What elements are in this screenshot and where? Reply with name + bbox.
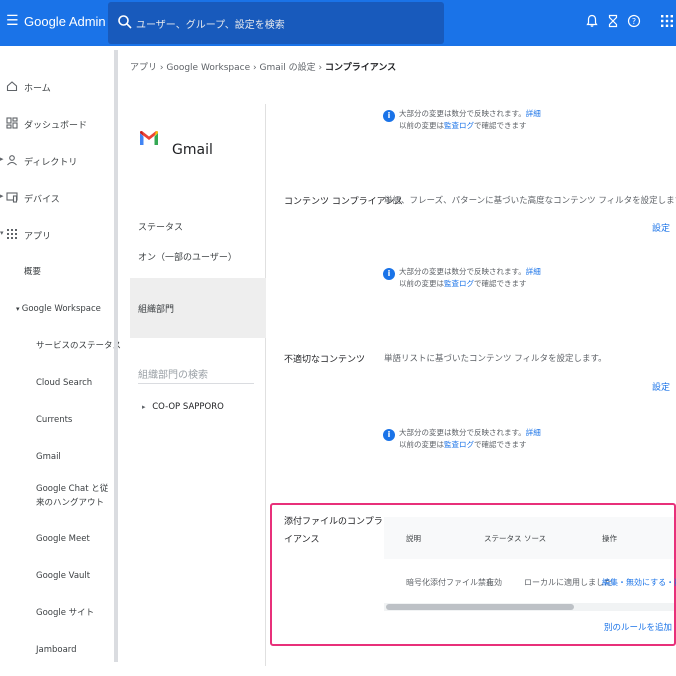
org-unit-header: 組織部門: [130, 278, 266, 338]
details-link[interactable]: 詳細: [526, 267, 541, 276]
sidebar-item-label: Google Workspace: [21, 304, 101, 314]
rule-actions-links[interactable]: 編集・無効にする・削除: [602, 577, 676, 588]
rule-description: 暗号化添付ファイル禁止: [406, 578, 494, 587]
audit-log-link[interactable]: 監査ログ: [444, 279, 474, 288]
rule-status: 有効: [486, 578, 502, 587]
search-bar[interactable]: ユーザー、グループ、設定を検索: [108, 2, 444, 44]
search-input[interactable]: ユーザー、グループ、設定を検索: [136, 16, 285, 31]
org-tree-label: CO-OP SAPPORO: [152, 402, 224, 412]
org-panel: Gmail ステータス オン（一部のユーザー） 組織部門 組織部門の検索 ▸ C…: [130, 104, 266, 666]
chevron-down-icon: ▾: [0, 229, 4, 237]
chevron-right-icon: ▸: [0, 192, 4, 200]
menu-icon[interactable]: ☰: [6, 13, 19, 29]
chevron-right-icon: ▸: [0, 155, 4, 163]
sidebar-item-label: ディレクトリ: [24, 158, 78, 168]
sidebar-item-dashboard[interactable]: ダッシュボード: [0, 115, 114, 135]
sidebar-item-cloud-search[interactable]: Cloud Search: [36, 376, 136, 390]
app-title[interactable]: Google Admin: [24, 14, 106, 29]
sidebar-item-home[interactable]: ホーム: [0, 78, 114, 98]
objectionable-content-label: 不適切なコンテンツ: [284, 355, 366, 365]
info-notice: i 大部分の変更は数分で反映されます。詳細 以前の変更は監査ログで確認できます: [383, 427, 599, 451]
top-app-bar: ☰ Google Admin ユーザー、グループ、設定を検索 ?: [0, 0, 676, 46]
search-icon: [118, 15, 132, 29]
sidebar-item-devices[interactable]: ▸ デバイス: [0, 189, 114, 209]
sidebar-item-service-status[interactable]: サービスのステータス: [36, 339, 136, 353]
org-search-input[interactable]: 組織部門の検索: [138, 366, 254, 384]
audit-log-link[interactable]: 監査ログ: [444, 121, 474, 130]
sidebar: ホーム ダッシュボード ▸ ディレクトリ ▸ デバイス ▾ アプリ 概要 ▾ G…: [0, 46, 121, 676]
sidebar-item-label: ホーム: [24, 84, 51, 94]
help-icon[interactable]: ?: [627, 14, 641, 28]
breadcrumb-item[interactable]: アプリ: [130, 63, 157, 73]
hourglass-icon[interactable]: [606, 14, 620, 28]
column-header-status[interactable]: ステータス: [484, 533, 522, 544]
sidebar-item-gmail[interactable]: Gmail: [36, 450, 136, 464]
sidebar-item-currents[interactable]: Currents: [36, 413, 136, 427]
dashboard-icon: [6, 117, 18, 129]
sidebar-item-label: デバイス: [24, 195, 60, 205]
sidebar-item-apps[interactable]: ▾ アプリ: [0, 226, 114, 246]
attachment-compliance-label: 添付ファイルのコンプライアンス: [284, 517, 383, 545]
sidebar-item-google-workspace[interactable]: ▾ Google Workspace: [16, 302, 116, 316]
sidebar-item-google-sites[interactable]: Google サイト: [36, 606, 136, 620]
rule-source: ローカルに適用しました: [524, 578, 612, 587]
column-header-description[interactable]: 説明: [406, 533, 421, 544]
info-notice: i 大部分の変更は数分で反映されます。詳細 以前の変更は監査ログで確認できます: [383, 108, 599, 132]
sidebar-item-directory[interactable]: ▸ ディレクトリ: [0, 152, 114, 172]
org-tree-item[interactable]: ▸ CO-OP SAPPORO: [142, 402, 224, 412]
devices-icon: [6, 192, 18, 203]
gmail-logo-icon: [140, 131, 158, 145]
details-link[interactable]: 詳細: [526, 428, 541, 437]
breadcrumb-item[interactable]: Gmail の設定: [260, 63, 316, 73]
content-compliance-config-link[interactable]: 設定: [652, 221, 670, 234]
app-summary-card: Gmail ステータス オン（一部のユーザー）: [130, 104, 266, 274]
sidebar-scrollbar[interactable]: [114, 50, 118, 662]
sidebar-item-overview[interactable]: 概要: [24, 265, 124, 279]
apps-icon: [7, 229, 17, 239]
status-label: ステータス: [138, 223, 184, 233]
home-icon: [6, 81, 18, 92]
info-icon: i: [383, 268, 395, 280]
apps-grid-icon[interactable]: [660, 14, 674, 28]
objectionable-content-description: 単語リストに基づいたコンテンツ フィルタを設定します。: [384, 354, 607, 364]
add-rule-link[interactable]: 別のルールを追加: [604, 621, 672, 633]
sidebar-item-label: ダッシュボード: [24, 121, 88, 131]
sidebar-item-google-chat[interactable]: Google Chat と従来のハングアウト: [36, 482, 114, 510]
column-header-source[interactable]: ソース: [524, 533, 546, 544]
table-horizontal-scrollbar[interactable]: [384, 603, 674, 611]
app-name: Gmail: [172, 142, 213, 158]
details-link[interactable]: 詳細: [526, 109, 541, 118]
attachment-compliance-section: 添付ファイルのコンプライアンス 説明 ステータス ソース 操作 暗号化添付ファイ…: [270, 503, 676, 646]
content-compliance-description: 単語、フレーズ、パターンに基づいた高度なコンテンツ フィルタを設定します。: [384, 196, 676, 206]
attachment-rules-table: 説明 ステータス ソース 操作 暗号化添付ファイル禁止 有効 ローカルに適用しま…: [384, 517, 676, 613]
status-value[interactable]: オン（一部のユーザー）: [138, 250, 237, 263]
table-header: 説明 ステータス ソース 操作: [384, 517, 674, 559]
breadcrumb-current: コンプライアンス: [324, 63, 397, 73]
breadcrumb-item[interactable]: Google Workspace: [166, 63, 250, 73]
info-icon: i: [383, 110, 395, 122]
sidebar-item-label: アプリ: [24, 232, 52, 242]
table-row[interactable]: 暗号化添付ファイル禁止 有効 ローカルに適用しました 編集・無効にする・削除: [384, 559, 676, 603]
org-unit-label: 組織部門: [138, 305, 175, 315]
scrollbar-thumb[interactable]: [386, 604, 574, 610]
info-icon: i: [383, 429, 395, 441]
person-icon: [7, 155, 17, 166]
objectionable-content-config-link[interactable]: 設定: [652, 380, 670, 393]
column-header-actions: 操作: [602, 534, 617, 543]
svg-text:?: ?: [632, 17, 636, 26]
notifications-icon[interactable]: [585, 14, 599, 28]
audit-log-link[interactable]: 監査ログ: [444, 440, 474, 449]
sidebar-item-google-vault[interactable]: Google Vault: [36, 569, 136, 583]
breadcrumb: アプリ › Google Workspace › Gmail の設定 › コンプ…: [130, 60, 396, 73]
chevron-right-icon[interactable]: ▸: [142, 403, 152, 411]
info-notice: i 大部分の変更は数分で反映されます。詳細 以前の変更は監査ログで確認できます: [383, 266, 599, 290]
sidebar-item-jamboard[interactable]: Jamboard: [36, 643, 136, 657]
sidebar-item-google-meet[interactable]: Google Meet: [36, 532, 136, 546]
